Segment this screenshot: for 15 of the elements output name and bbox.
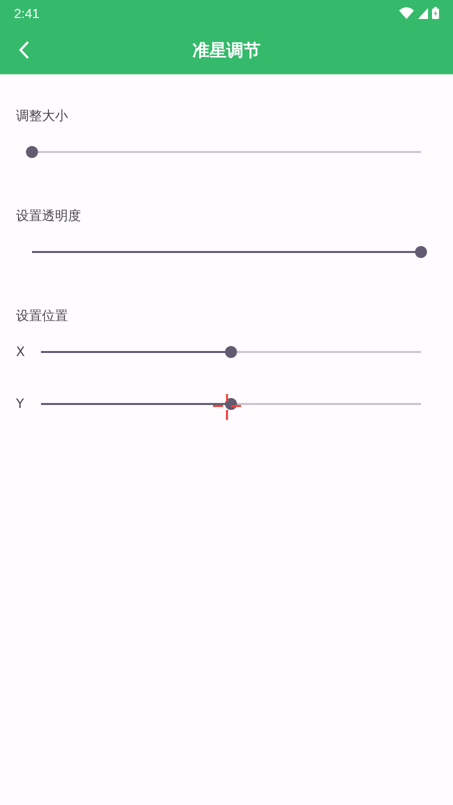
slider-thumb[interactable] xyxy=(415,246,427,258)
section-label: 设置透明度 xyxy=(16,208,81,226)
crosshair-icon xyxy=(213,392,241,420)
slider-thumb[interactable] xyxy=(26,146,38,158)
wifi-icon xyxy=(399,7,414,19)
slider-thumb[interactable] xyxy=(225,346,237,358)
axis-label: Y xyxy=(16,396,25,412)
section-label: 调整大小 xyxy=(16,108,68,126)
page-title: 准星调节 xyxy=(192,40,260,62)
signal-icon xyxy=(418,8,428,18)
axis-label: X xyxy=(16,344,26,360)
battery-icon xyxy=(432,7,439,19)
status-time: 2:41 xyxy=(14,6,40,20)
back-icon xyxy=(19,41,29,59)
section-label: 设置位置 xyxy=(16,308,68,326)
